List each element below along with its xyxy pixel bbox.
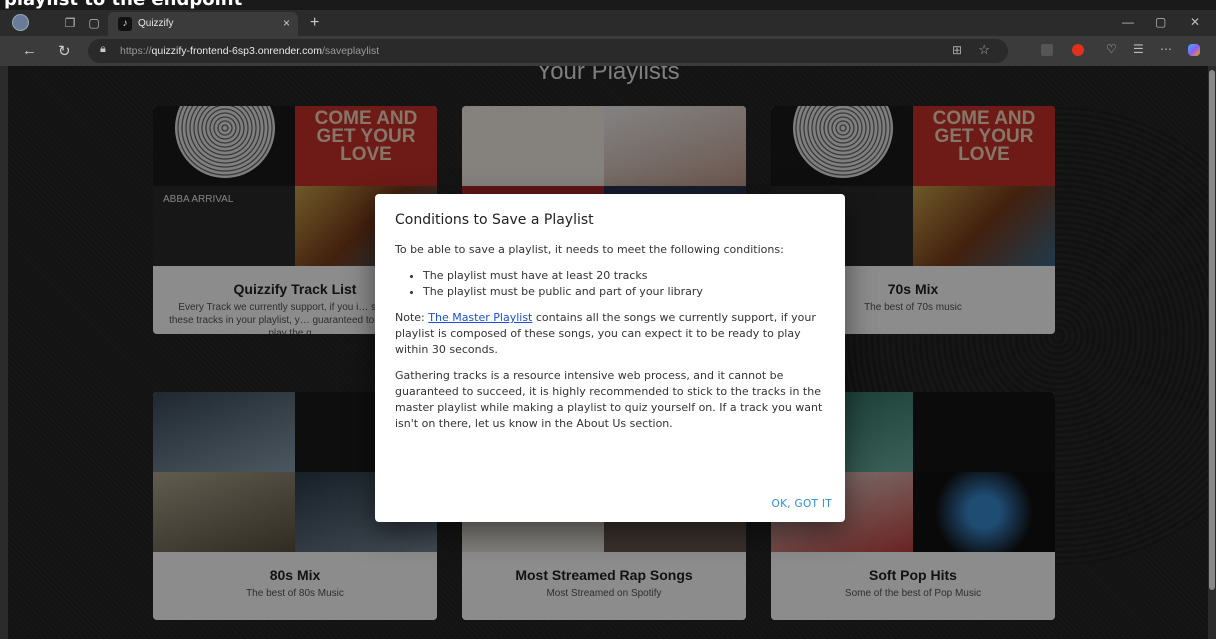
top-text-fragment: playlist to the endpoint: [0, 0, 1216, 10]
split-screen-icon[interactable]: ⊞: [952, 43, 962, 57]
more-menu-icon[interactable]: ⋯: [1160, 42, 1172, 56]
tab-actions-icon[interactable]: ▢: [86, 15, 102, 31]
favorite-star-icon[interactable]: ☆: [978, 42, 990, 58]
left-gutter: [0, 66, 8, 639]
quizzify-favicon-icon: ♪: [118, 17, 132, 31]
ok-got-it-button[interactable]: OK, GOT IT: [772, 498, 833, 510]
workspaces-icon[interactable]: ❐: [62, 15, 78, 31]
url-text[interactable]: https://quizzify-frontend-6sp3.onrender.…: [120, 45, 379, 57]
master-playlist-link[interactable]: The Master Playlist: [428, 311, 532, 324]
favorites-icon[interactable]: ☰: [1133, 42, 1144, 56]
tab-quizzify[interactable]: ♪ Quizzify ×: [108, 12, 298, 36]
dialog-title: Conditions to Save a Playlist: [395, 212, 594, 228]
scrollbar[interactable]: [1208, 66, 1216, 639]
conditions-list: The playlist must have at least 20 track…: [423, 268, 825, 300]
tab-close-icon[interactable]: ×: [283, 16, 290, 30]
dialog-intro: To be able to save a playlist, it needs …: [395, 243, 784, 256]
extension-icon[interactable]: [1041, 44, 1053, 56]
lock-icon[interactable]: 🔒︎: [100, 43, 106, 56]
dialog-gathering-text: Gathering tracks is a resource intensive…: [395, 369, 823, 430]
new-tab-button[interactable]: +: [310, 14, 319, 32]
refresh-button[interactable]: ↻: [58, 42, 71, 60]
address-bar[interactable]: 🔒︎ https://quizzify-frontend-6sp3.onrend…: [88, 39, 1008, 63]
copilot-icon[interactable]: [1188, 44, 1200, 56]
condition-item: The playlist must be public and part of …: [423, 284, 825, 300]
extension-red-icon[interactable]: [1072, 44, 1084, 56]
browser-title-bar: ❐ ▢ ♪ Quizzify × + — ▢ ✕: [0, 10, 1216, 36]
maximize-button[interactable]: ▢: [1155, 15, 1166, 29]
condition-item: The playlist must have at least 20 track…: [423, 268, 825, 284]
conditions-dialog: Conditions to Save a Playlist To be able…: [375, 194, 845, 522]
dialog-note: Note: The Master Playlist contains all t…: [395, 311, 816, 356]
back-button[interactable]: ←: [22, 42, 37, 59]
close-window-button[interactable]: ✕: [1190, 15, 1200, 29]
profile-avatar[interactable]: [12, 14, 29, 31]
address-toolbar: ← ↻ 🔒︎ https://quizzify-frontend-6sp3.on…: [0, 36, 1216, 66]
scrollbar-thumb[interactable]: [1209, 70, 1215, 590]
browser-essentials-icon[interactable]: ♡: [1106, 42, 1117, 56]
tab-title: Quizzify: [138, 18, 174, 29]
minimize-button[interactable]: —: [1122, 15, 1134, 29]
